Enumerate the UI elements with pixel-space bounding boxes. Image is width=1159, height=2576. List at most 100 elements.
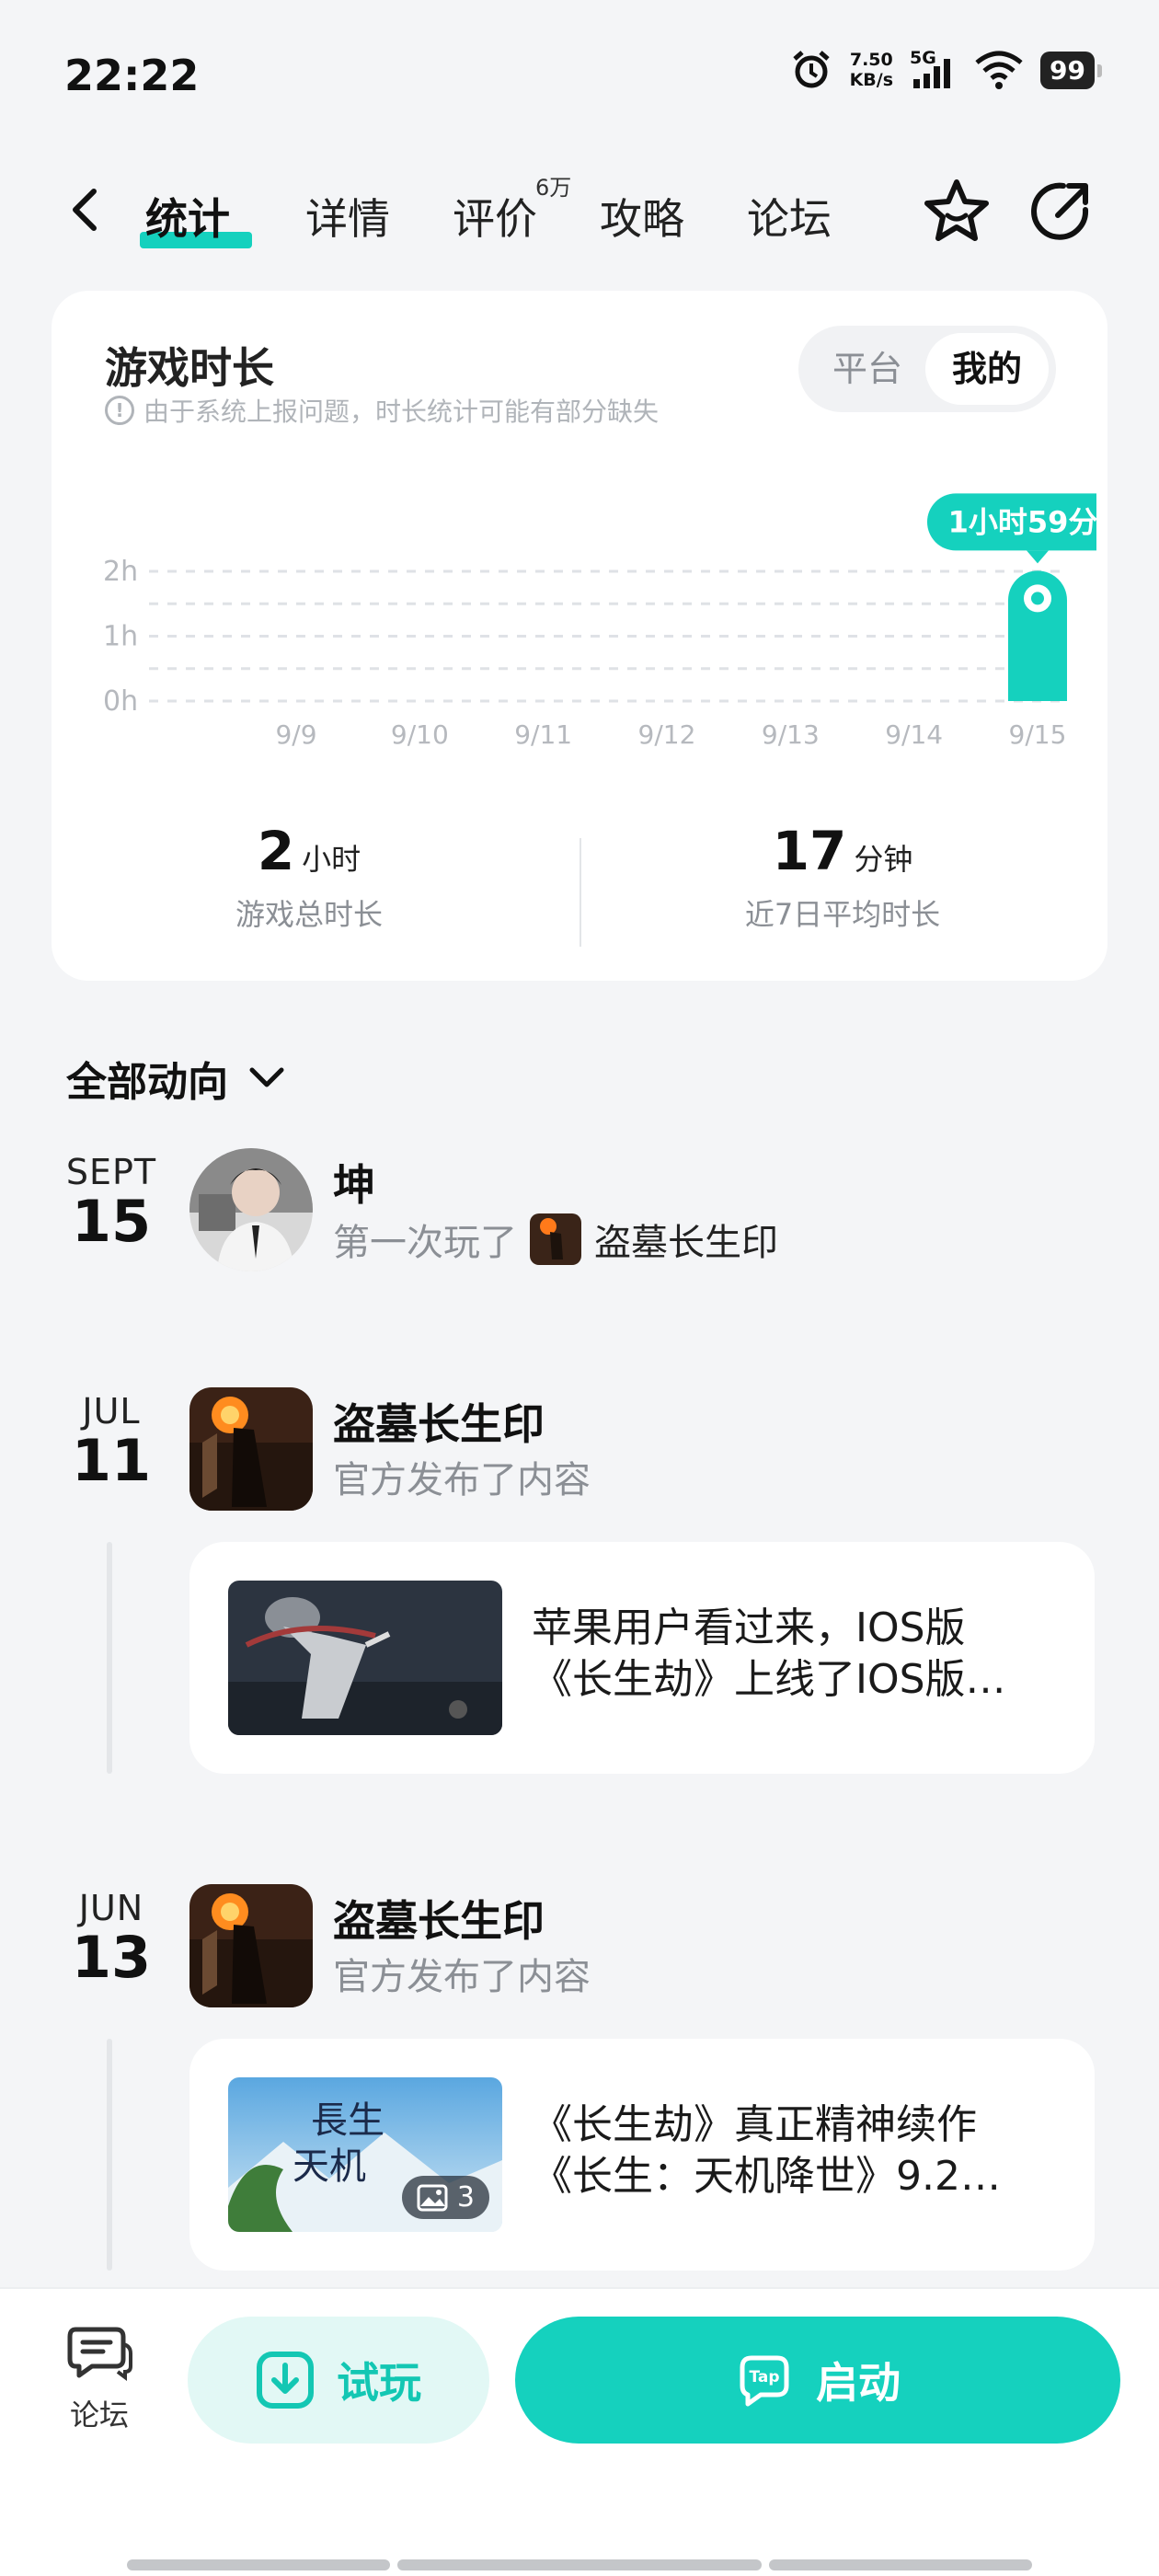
chart-tooltip-pointer <box>1027 550 1049 564</box>
activity-month: JUN <box>78 1888 144 1928</box>
activity-month: SEPT <box>65 1152 157 1192</box>
chart-y-tick: 1h <box>103 621 138 653</box>
image-count: 3 <box>456 2181 475 2214</box>
chart-tooltip-label: 1小时59分钟 <box>948 504 1096 539</box>
tab-reviews[interactable]: 评价 <box>453 186 537 247</box>
playtime-chart: 0h 1h 2h 9/9 9/10 9/11 9/12 9/13 9/14 9/15 1小时59分钟 <box>103 493 1096 750</box>
info-icon: ! <box>105 396 134 425</box>
trial-play-button[interactable]: 试玩 <box>188 2317 489 2444</box>
activity-action: 第一次玩了 <box>333 1222 517 1264</box>
gesture-bar-center[interactable] <box>397 2559 762 2570</box>
network-speed-value: 7.50 <box>849 50 893 70</box>
toggle-mine[interactable]: 我的 <box>925 333 1049 405</box>
cellular-signal-icon: 5G <box>910 48 958 92</box>
activity-description: 官方发布了内容 <box>333 1956 591 1998</box>
total-playtime-stat: 2 小时 游戏总时长 <box>143 820 475 934</box>
platform-mine-toggle: 平台 我的 <box>798 326 1056 412</box>
chart-x-tick: 9/12 <box>638 719 696 750</box>
chart-bar-marker-dot <box>1031 592 1044 605</box>
favorite-star-icon[interactable] <box>920 175 993 248</box>
post-title-line2: 《长生：天机降世》9.2… <box>532 2153 1001 2200</box>
top-navigation: 统计 详情 评价 6万 攻略 论坛 <box>0 166 1159 258</box>
forum-button[interactable]: 论坛 <box>55 2322 143 2434</box>
stat-divider <box>580 838 581 947</box>
activity-description: 第一次玩了 盗墓长生印 <box>333 1213 778 1266</box>
tab-guides[interactable]: 攻略 <box>600 186 684 247</box>
activity-user-name[interactable]: 坤 <box>333 1152 375 1213</box>
activity-month: JUL <box>82 1391 141 1432</box>
post-title: 《长生劫》真正精神续作 《长生：天机降世》9.2… <box>532 2099 1065 2202</box>
playtime-title: 游戏时长 <box>105 343 274 393</box>
gesture-bar-left <box>127 2559 390 2570</box>
post-title-line1: 《长生劫》真正精神续作 <box>532 2101 977 2148</box>
chart-bar-base <box>1008 664 1067 701</box>
activity-description: 官方发布了内容 <box>333 1459 591 1501</box>
chevron-down-icon <box>249 1067 284 1087</box>
chart-x-tick: 9/10 <box>391 719 449 750</box>
activity-date: JUL 11 <box>52 1391 171 1490</box>
tab-stats[interactable]: 统计 <box>145 186 230 247</box>
post-card[interactable]: 苹果用户看过来，IOS版 《长生劫》上线了IOS版… <box>189 1542 1095 1774</box>
average-playtime-stat: 17 分钟 近7日平均时长 <box>677 820 1008 934</box>
post-thumbnail <box>228 1581 502 1735</box>
tab-details[interactable]: 详情 <box>305 186 390 247</box>
svg-text:天机: 天机 <box>293 2145 366 2188</box>
activity-filter-label: 全部动向 <box>66 1059 228 1106</box>
activity-day: 13 <box>71 1924 152 1991</box>
status-icons: 7.50 KB/s 5G 99 <box>789 48 1102 92</box>
trial-play-label: 试玩 <box>337 2358 421 2408</box>
activity-date: SEPT 15 <box>52 1152 171 1251</box>
playtime-card: 游戏时长 ! 由于系统上报问题，时长统计可能有部分缺失 平台 我的 0h 1h 2h… <box>52 291 1107 981</box>
total-playtime-label: 游戏总时长 <box>235 897 383 932</box>
download-icon <box>257 2352 314 2409</box>
average-playtime-unit: 分钟 <box>854 842 913 877</box>
game-icon[interactable] <box>189 1387 313 1511</box>
activity-date: JUN 13 <box>52 1888 171 1987</box>
post-title: 苹果用户看过来，IOS版 《长生劫》上线了IOS版… <box>532 1603 1065 1706</box>
chart-x-tick: 9/9 <box>275 719 316 750</box>
activity-filter-dropdown[interactable]: 全部动向 <box>66 1049 287 1108</box>
share-icon[interactable] <box>1027 177 1096 247</box>
status-bar: 22:22 7.50 KB/s 5G 99 <box>0 0 1159 147</box>
status-time: 22:22 <box>64 51 200 100</box>
image-count-badge: 3 <box>401 2176 489 2219</box>
post-thumbnail: 長生 天机 3 <box>228 2077 502 2232</box>
post-card[interactable]: 長生 天机 3 《长生劫》真正精神续作 《长生：天机降世》9.2… <box>189 2039 1095 2271</box>
chart-y-tick: 0h <box>103 685 138 718</box>
battery-indicator: 99 <box>1040 51 1102 89</box>
launch-button[interactable]: Tap 启动 <box>515 2317 1120 2444</box>
chart-x-tick: 9/13 <box>762 719 820 750</box>
network-speed-unit: KB/s <box>849 70 894 90</box>
review-count-badge: 6万 <box>535 175 572 201</box>
chart-x-tick: 9/15 <box>1009 719 1067 750</box>
post-title-line1: 苹果用户看过来，IOS版 <box>532 1604 966 1651</box>
tab-forum[interactable]: 论坛 <box>747 186 832 247</box>
post-title-line2: 《长生劫》上线了IOS版… <box>532 1656 1006 1703</box>
activity-game-name[interactable]: 盗墓长生印 <box>333 1888 545 1949</box>
taptap-logo-text: Tap <box>749 2368 779 2386</box>
playtime-note: ! 由于系统上报问题，时长统计可能有部分缺失 <box>105 392 659 429</box>
gesture-bar-right <box>769 2559 1032 2570</box>
activity-day: 15 <box>71 1188 152 1255</box>
user-avatar[interactable] <box>189 1148 313 1271</box>
alarm-icon <box>792 51 830 88</box>
timeline-line <box>107 1542 112 1774</box>
game-icon[interactable] <box>189 1884 313 2007</box>
activity-game-name[interactable]: 盗墓长生印 <box>594 1213 778 1266</box>
toggle-platform[interactable]: 平台 <box>806 333 929 405</box>
chart-x-tick: 9/11 <box>514 719 572 750</box>
taptap-logo-icon: Tap <box>740 2355 789 2407</box>
forum-label: 论坛 <box>69 2398 129 2432</box>
game-icon <box>530 1213 581 1265</box>
launch-label: 启动 <box>816 2358 901 2408</box>
image-icon <box>417 2184 448 2211</box>
svg-text:長生: 長生 <box>311 2099 384 2142</box>
back-arrow-icon[interactable] <box>61 184 112 236</box>
chat-bubble-icon <box>67 2327 132 2381</box>
total-playtime-value: 2 <box>257 820 295 882</box>
average-playtime-value: 17 <box>772 820 847 882</box>
wifi-icon <box>975 51 1023 89</box>
playtime-note-text: 由于系统上报问题，时长统计可能有部分缺失 <box>143 397 660 427</box>
activity-day: 11 <box>71 1427 152 1494</box>
activity-game-name[interactable]: 盗墓长生印 <box>333 1391 545 1452</box>
